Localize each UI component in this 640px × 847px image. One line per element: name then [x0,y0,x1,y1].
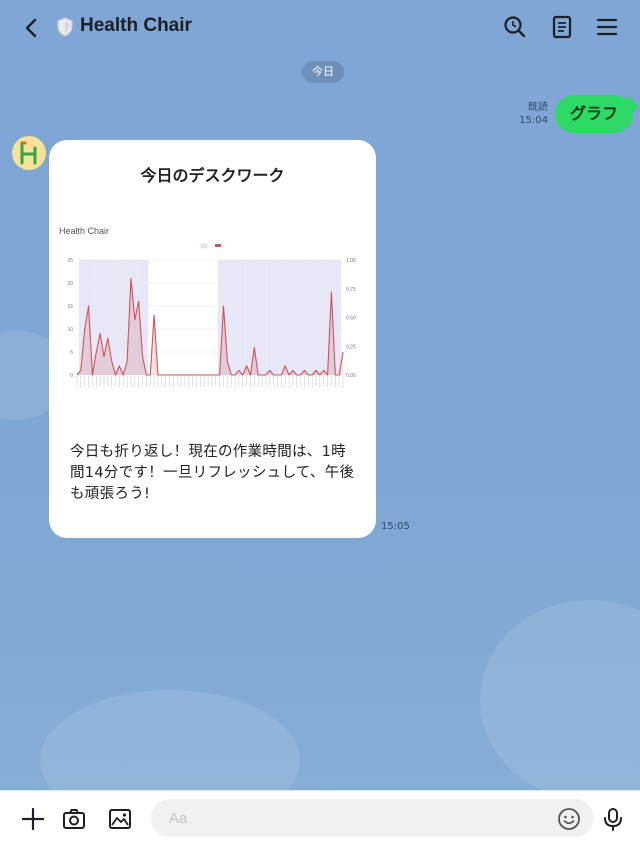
chair-icon [20,141,37,165]
date-separator: 今日 [302,61,344,83]
microphone-icon[interactable] [599,805,627,833]
chat-title: Health Chair [80,15,192,36]
chart-band [263,260,268,375]
chart-band [113,260,118,375]
chart-band [279,260,284,375]
chart-svg: Health Chair 25 20 15 10 5 0 1.00 0.75 0.50 0.25 0… [59,226,356,388]
camera-icon[interactable] [60,805,88,833]
y2-tick-label: 0.25 [346,344,356,350]
y-tick-label: 0 [70,373,73,379]
y2-tick-label: 0.50 [346,316,356,322]
y-tick-label: 15 [67,304,73,310]
incoming-time: 15:05 [381,521,410,532]
shield-icon [57,17,73,37]
chart-band [321,260,326,375]
chat-header: Health Chair [0,0,640,54]
chart-band [275,260,280,375]
legend-marker-band [200,243,208,249]
message-composer [0,790,640,847]
message-input[interactable] [151,799,594,837]
notes-icon[interactable] [547,12,577,42]
outgoing-time: 15:04 [519,115,548,126]
chart-band [260,260,264,375]
chart-band [233,260,237,375]
y-tick-label: 20 [67,281,73,287]
chart-band [144,260,149,375]
chart-band [337,260,342,375]
cloud-decoration [480,600,640,790]
chart-band [271,260,276,375]
card-title: 今日のデスクワーク [140,166,285,185]
chart-band [287,260,291,375]
chart-title: Health Chair [59,226,109,236]
chart-band [302,260,307,375]
chart-band [298,260,303,375]
y2-tick-label: 0.75 [346,287,356,293]
chart-band [310,260,315,375]
chart-band [121,260,126,375]
outgoing-message-bubble[interactable]: グラフ [555,95,633,133]
y2-tick-label: 0.00 [346,373,356,379]
cloud-decoration [40,690,300,790]
chart-band [306,260,311,375]
chart-band [117,260,122,375]
chart-band [314,260,318,375]
image-icon[interactable] [106,805,134,833]
chart: Health Chair 25 20 15 10 5 0 1.00 0.75 0.50 0.25 0… [55,218,371,398]
legend-marker-line [215,244,221,247]
back-icon[interactable] [18,14,46,42]
card-message: 今日も折り返し！現在の作業時間は、1時間14分です！一旦リフレッシュして、午後も… [70,444,355,502]
chart-band [236,260,241,375]
menu-icon[interactable] [592,12,622,42]
y-tick-label: 10 [67,327,73,333]
chart-band [317,260,322,375]
chart-band [248,260,253,375]
avatar[interactable] [12,136,46,170]
search-icon[interactable] [500,12,530,42]
outgoing-meta: 既読 15:04 [519,101,548,127]
chart-band [267,260,272,375]
y2-tick-label: 1.00 [346,258,356,264]
chart-band [294,260,299,375]
chart-band [240,260,245,375]
chart-band [229,260,234,375]
chart-band [244,260,249,375]
chart-band [290,260,295,375]
emoji-icon[interactable] [556,806,582,832]
plus-icon[interactable] [19,805,47,833]
chart-band [283,260,288,375]
chart-band [256,260,261,375]
y-tick-label: 5 [70,350,73,356]
read-receipt: 既読 [528,102,548,113]
incoming-message-card[interactable]: 今日のデスクワーク Health Chair 25 20 15 10 5 0 1.00 0.7… [49,140,376,538]
y-tick-label: 25 [67,258,73,264]
